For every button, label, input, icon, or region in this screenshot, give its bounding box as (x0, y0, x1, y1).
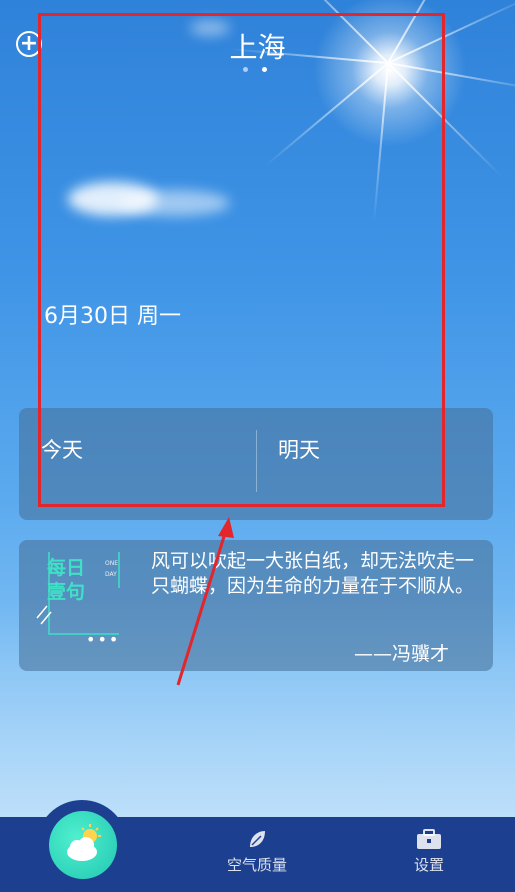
leaf-icon (250, 831, 265, 847)
cloud-sun-icon (67, 824, 101, 861)
nav-air-quality[interactable]: 空气质量 (212, 828, 302, 875)
nav-settings[interactable]: 设置 (384, 828, 474, 875)
nav-air-quality-label: 空气质量 (226, 856, 287, 874)
nav-settings-label: 设置 (413, 856, 444, 874)
annotation-arrow-icon (176, 517, 234, 686)
nav-home-button[interactable] (49, 811, 117, 879)
toolbox-icon (417, 829, 441, 849)
